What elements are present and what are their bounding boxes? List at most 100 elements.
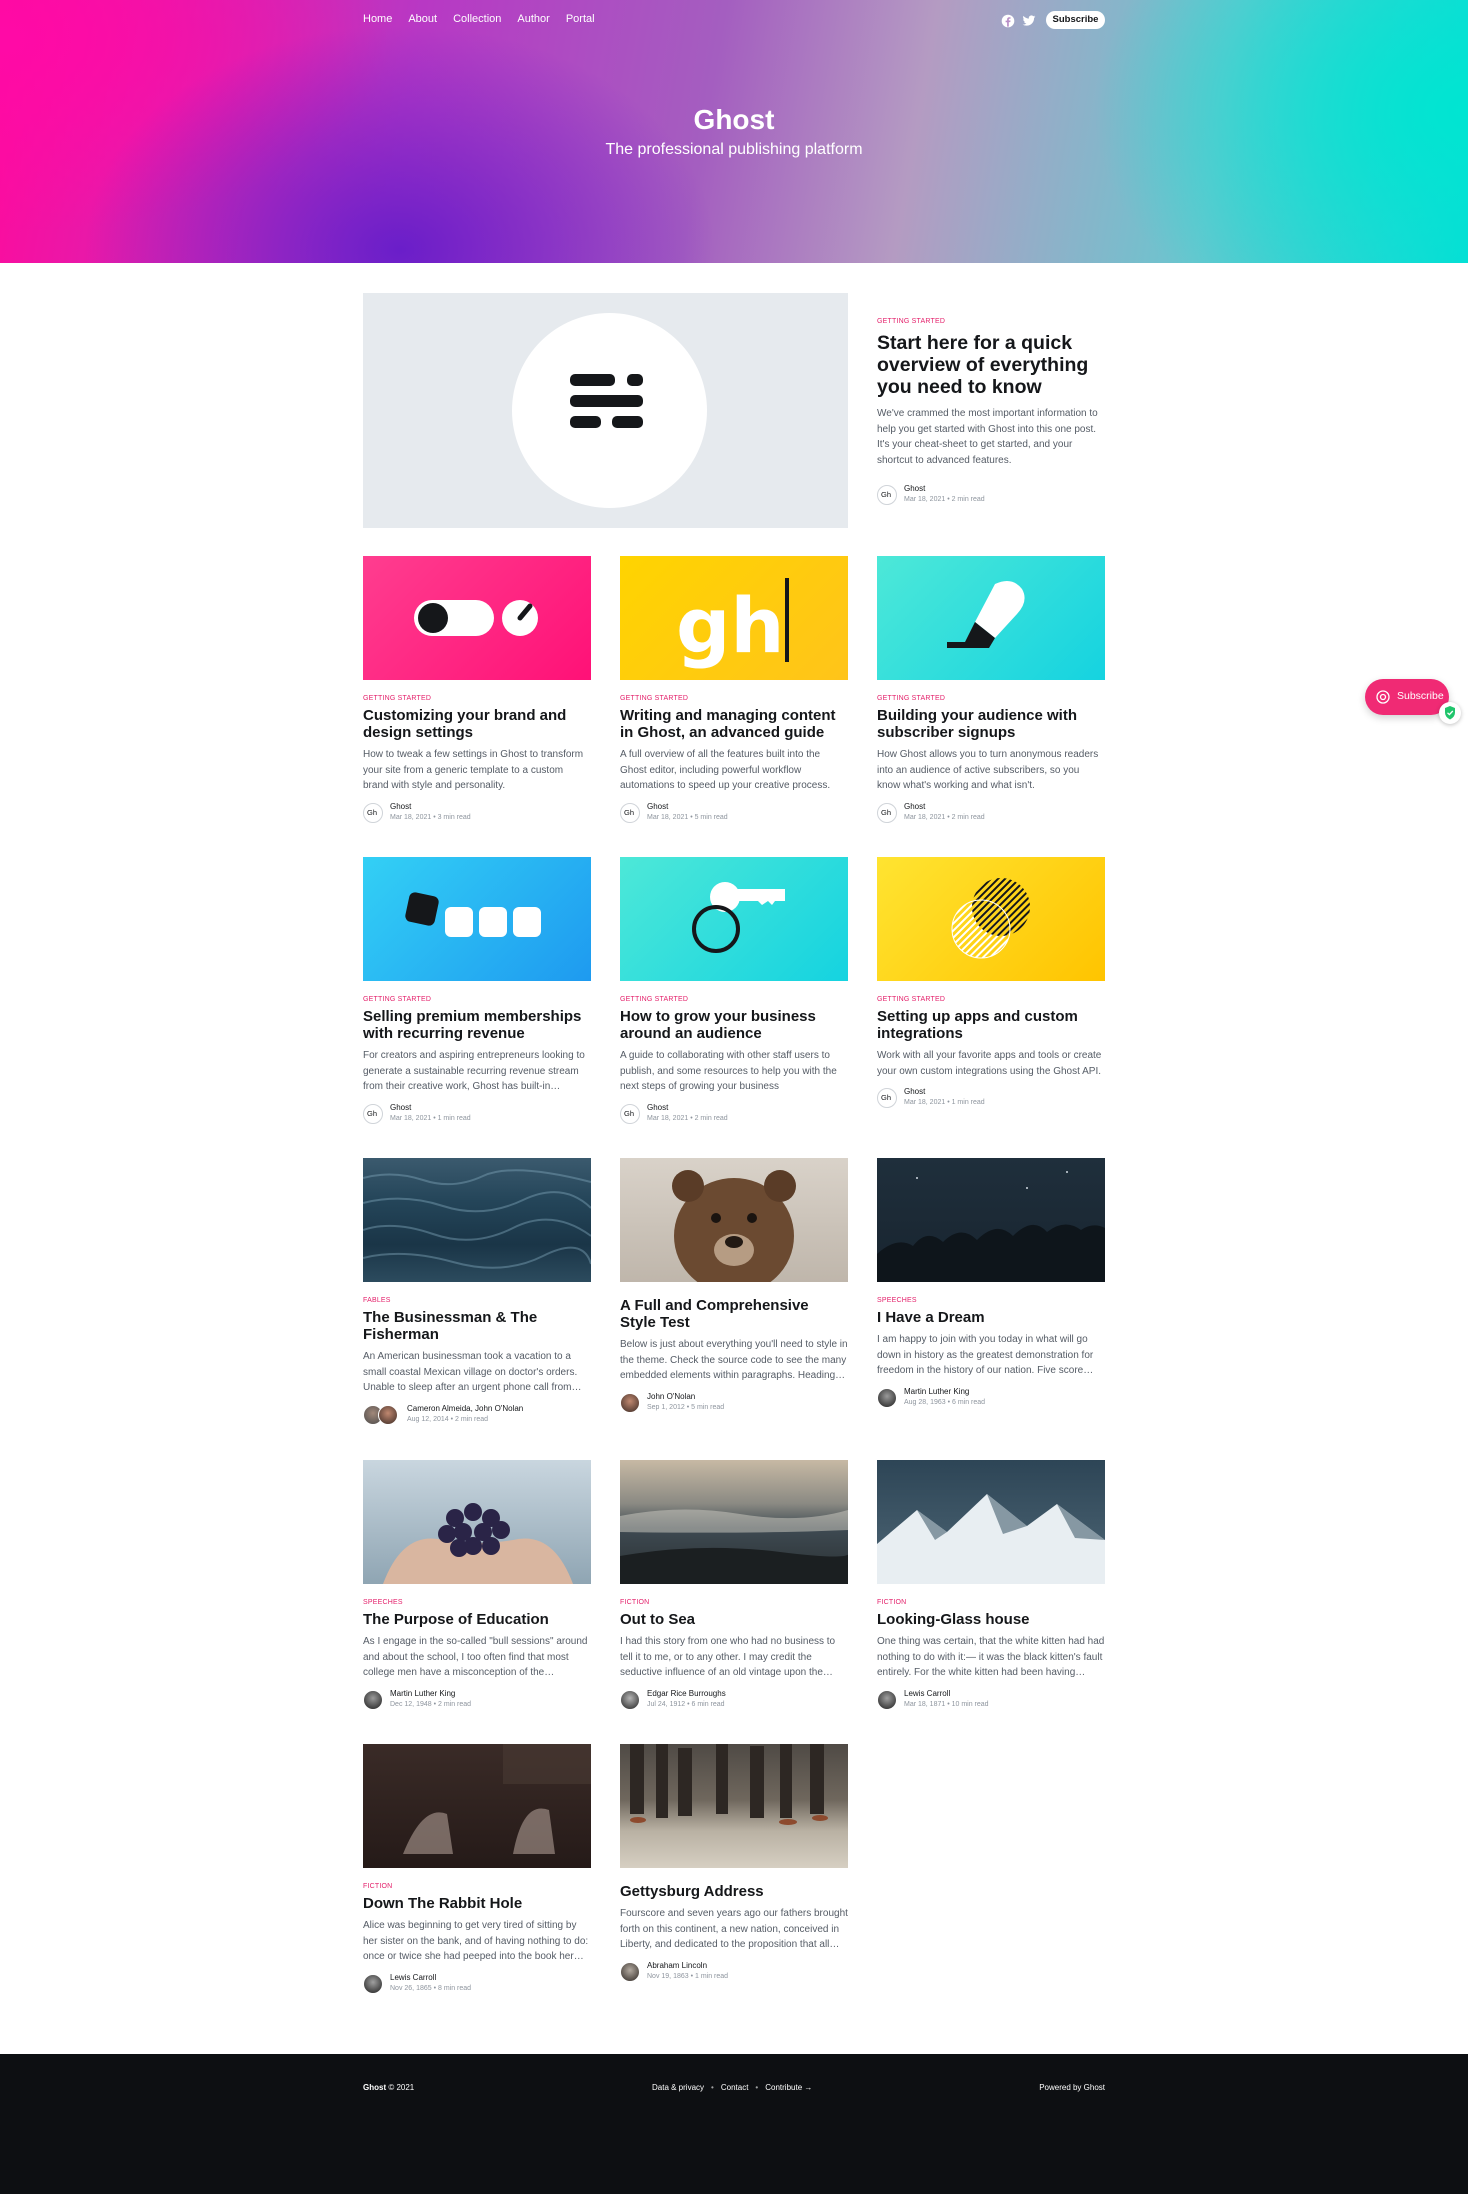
avatar[interactable] [363, 1973, 383, 1994]
avatar[interactable] [620, 1392, 640, 1413]
post-author[interactable]: Ghost [904, 1087, 925, 1096]
post-author[interactable]: John O'Nolan [647, 1392, 695, 1401]
post-author[interactable]: Abraham Lincoln [647, 1961, 707, 1970]
post-author[interactable]: Cameron Almeida, John O'Nolan [407, 1404, 523, 1413]
facebook-icon[interactable] [1001, 13, 1015, 28]
avatar[interactable]: Gh [620, 802, 640, 823]
post-title[interactable]: Writing and managing content in Ghost, a… [620, 707, 848, 741]
post-meta: Gh Ghost Mar 18, 2021 • 5 min read [620, 802, 848, 826]
post-title[interactable]: I Have a Dream [877, 1309, 1105, 1326]
twitter-icon[interactable] [1022, 13, 1036, 27]
avatar[interactable]: Gh [620, 1103, 640, 1124]
post-title[interactable]: Gettysburg Address [620, 1883, 848, 1900]
portal-subscribe-button[interactable]: Subscribe [1365, 679, 1449, 715]
post-image[interactable] [620, 1460, 848, 1584]
post-tag[interactable]: Getting Started [363, 996, 591, 1003]
post-image[interactable] [620, 857, 848, 981]
avatar[interactable] [620, 1961, 640, 1982]
avatar[interactable]: Gh [363, 802, 383, 823]
post-title[interactable]: Down The Rabbit Hole [363, 1895, 591, 1912]
footer-link-privacy[interactable]: Data & privacy [652, 2083, 704, 2092]
footer-link-contribute[interactable]: Contribute → [765, 2083, 812, 2092]
post-title[interactable]: Building your audience with subscriber s… [877, 707, 1105, 741]
avatar[interactable]: Gh [877, 802, 897, 823]
post-tag[interactable]: Speeches [877, 1297, 1105, 1304]
footer-brand[interactable]: Ghost [363, 2083, 386, 2092]
featured-post-image[interactable] [363, 293, 848, 528]
post-image[interactable] [363, 1158, 591, 1282]
shield-icon[interactable] [1439, 702, 1461, 724]
avatar[interactable]: Gh [877, 1088, 897, 1108]
post-tag[interactable]: Getting Started [877, 695, 1105, 702]
avatar[interactable]: Gh [363, 1103, 383, 1124]
avatar[interactable]: Gh [877, 485, 897, 505]
avatar[interactable] [363, 1689, 383, 1710]
post-image[interactable] [620, 1744, 848, 1868]
avatar[interactable] [877, 1689, 897, 1710]
post-title[interactable]: How to grow your business around an audi… [620, 1008, 848, 1042]
post-image[interactable] [620, 1158, 848, 1282]
avatar[interactable] [378, 1404, 398, 1425]
post-author[interactable]: Ghost [647, 802, 668, 811]
post-image[interactable] [877, 556, 1105, 680]
nav-author[interactable]: Author [517, 13, 549, 25]
post-tag[interactable]: Getting Started [620, 996, 848, 1003]
post-title[interactable]: Customizing your brand and design settin… [363, 707, 591, 741]
post-tag[interactable]: Fiction [877, 1599, 1105, 1606]
footer-powered-by[interactable]: Powered by Ghost [1039, 2083, 1105, 2092]
footer-links: Data & privacy • Contact • Contribute → [652, 2083, 812, 2092]
post-image[interactable] [363, 556, 591, 680]
site-title: Ghost [693, 104, 775, 135]
post-author[interactable]: Lewis Carroll [904, 1689, 950, 1698]
footer-link-contact[interactable]: Contact [721, 2083, 749, 2092]
post-author[interactable]: Edgar Rice Burroughs [647, 1689, 726, 1698]
post-excerpt: I am happy to join with you today in wha… [877, 1334, 1094, 1376]
post-date: Aug 28, 1963 • 6 min read [904, 1398, 986, 1406]
post-title[interactable]: Setting up apps and custom integrations [877, 1008, 1105, 1042]
post-tag[interactable]: Getting Started [620, 695, 848, 702]
post-image[interactable] [877, 857, 1105, 981]
site-description: The professional publishing platform [605, 141, 863, 158]
post-author[interactable]: Ghost [904, 802, 925, 811]
post-tag[interactable]: Fiction [620, 1599, 848, 1606]
post-image[interactable] [363, 857, 591, 981]
post-meta: Martin Luther King Dec 12, 1948 • 2 min … [363, 1689, 591, 1713]
post-title[interactable]: A Full and Comprehensive Style Test [620, 1297, 848, 1331]
post-image[interactable] [877, 1460, 1105, 1584]
post-author[interactable]: Martin Luther King [390, 1689, 455, 1698]
post-tag[interactable]: Getting Started [877, 318, 1105, 325]
footer-copyright: Ghost © 2021 [363, 2083, 415, 2092]
post-title[interactable]: The Businessman & The Fisherman [363, 1309, 591, 1343]
post-title[interactable]: Selling premium memberships with recurri… [363, 1008, 591, 1042]
nav-about[interactable]: About [408, 13, 437, 25]
post-author[interactable]: Lewis Carroll [390, 1973, 436, 1982]
post-author[interactable]: Martin Luther King [904, 1387, 969, 1396]
post-meta: Martin Luther King Aug 28, 1963 • 6 min … [877, 1387, 1105, 1411]
post-tag[interactable]: Fables [363, 1297, 591, 1304]
post-author[interactable]: Ghost [904, 484, 925, 493]
post-author[interactable]: Ghost [390, 1103, 411, 1112]
post-author[interactable]: Ghost [390, 802, 411, 811]
post-excerpt: A full overview of all the features buil… [620, 749, 831, 791]
nav-collection[interactable]: Collection [453, 13, 501, 25]
subscribe-button[interactable]: Subscribe [1046, 11, 1105, 29]
post-image[interactable]: gh [620, 556, 848, 680]
featured-post-title[interactable]: Start here for a quick overview of every… [877, 332, 1105, 398]
post-image[interactable] [363, 1460, 591, 1584]
post-title[interactable]: Looking-Glass house [877, 1611, 1105, 1628]
post-title[interactable]: Out to Sea [620, 1611, 848, 1628]
post-tag[interactable]: Getting Started [363, 695, 591, 702]
post-title[interactable]: The Purpose of Education [363, 1611, 591, 1628]
post-excerpt: How Ghost allows you to turn anonymous r… [877, 749, 1099, 791]
nav-portal[interactable]: Portal [566, 13, 595, 25]
post-meta: Gh Ghost Mar 18, 2021 • 3 min read [363, 802, 591, 826]
post-image[interactable] [363, 1744, 591, 1868]
post-author[interactable]: Ghost [647, 1103, 668, 1112]
avatar[interactable] [620, 1689, 640, 1710]
avatar[interactable] [877, 1387, 897, 1408]
post-tag[interactable]: Speeches [363, 1599, 591, 1606]
nav-home[interactable]: Home [363, 13, 392, 25]
post-tag[interactable]: Getting Started [877, 996, 1105, 1003]
post-tag[interactable]: Fiction [363, 1883, 591, 1890]
post-image[interactable] [877, 1158, 1105, 1282]
